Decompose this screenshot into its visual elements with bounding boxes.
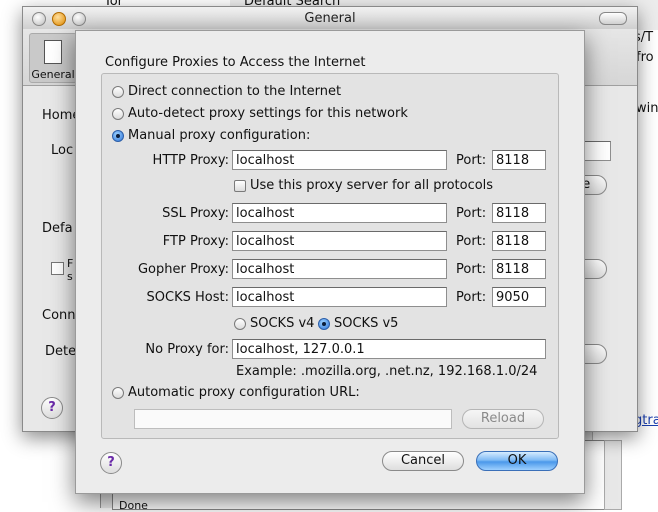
auto-config-url-option[interactable]: Automatic proxy configuration URL: [112,385,360,400]
http-port-label: Port: [456,153,487,168]
manual-proxy-label: Manual proxy configuration: [128,128,311,143]
direct-connection-radio[interactable] [112,85,124,98]
proxy-sheet-title: Configure Proxies to Access the Internet [105,55,366,70]
socks-host-label: SOCKS Host: [146,290,229,305]
http-port-field[interactable]: 8118 [492,150,546,170]
autodetect-radio[interactable] [112,107,124,120]
socks-v5-label: SOCKS v5 [334,316,399,331]
background-partial-right-3: win [636,101,658,116]
socks-v5-radio[interactable] [318,317,330,330]
background-scrollbar[interactable] [604,440,622,510]
location-label: Loc [51,143,74,158]
use-for-all-checkbox[interactable] [234,179,246,192]
ftp-port-label: Port: [456,234,487,249]
ftp-proxy-label: FTP Proxy: [162,234,229,249]
use-for-all-label: Use this proxy server for all protocols [250,178,494,193]
ftp-proxy-field[interactable]: localhost [232,231,447,251]
ftp-port-field[interactable]: 8118 [492,231,546,251]
general-toolbar-button[interactable]: General [29,33,77,83]
general-window-title: General [304,11,356,26]
toolbar-toggle-button[interactable] [599,12,627,25]
autodetect-label: Auto-detect proxy settings for this netw… [128,106,408,121]
ok-button[interactable]: OK [476,451,558,471]
socks-v4-radio[interactable] [234,317,246,330]
socks-v4-option[interactable]: SOCKS v4 [234,316,314,331]
reload-button[interactable]: Reload [462,409,544,429]
socks-host-field[interactable]: localhost [232,287,447,307]
background-partial-right-2: fro [636,50,654,65]
no-proxy-example: Example: .mozilla.org, .net.nz, 192.168.… [236,364,538,379]
http-proxy-field[interactable]: localhost [232,150,447,170]
proxy-help-button[interactable]: ? [100,452,122,474]
no-proxy-field[interactable]: localhost, 127.0.0.1 [232,339,546,359]
http-proxy-label: HTTP Proxy: [152,153,229,168]
autodetect-option[interactable]: Auto-detect proxy settings for this netw… [112,106,408,121]
ssl-proxy-label: SSL Proxy: [162,206,229,221]
manual-proxy-radio[interactable] [112,129,124,142]
default-s-prefix: s [67,270,73,283]
default-browser-checkbox[interactable] [51,262,64,275]
general-toolbar-label: General [31,68,75,81]
background-status: Done [119,499,148,512]
socks-port-label: Port: [456,290,487,305]
socks-v4-label: SOCKS v4 [250,316,315,331]
cancel-button[interactable]: Cancel [382,451,464,471]
general-help-button[interactable]: ? [41,397,63,419]
ssl-port-field[interactable]: 8118 [492,203,546,223]
no-proxy-label: No Proxy for: [145,342,229,357]
use-for-all-option[interactable]: Use this proxy server for all protocols [234,178,493,193]
default-f-prefix: F [67,257,74,270]
gopher-proxy-label: Gopher Proxy: [137,262,229,277]
socks-port-field[interactable]: 9050 [492,287,546,307]
manual-proxy-option[interactable]: Manual proxy configuration: [112,128,310,143]
auto-config-url-radio[interactable] [112,386,124,399]
light-switch-icon [44,40,62,64]
detect-label: Dete [45,344,77,359]
gopher-proxy-field[interactable]: localhost [232,259,447,279]
general-titlebar: General [23,7,637,30]
socks-v5-option[interactable]: SOCKS v5 [318,316,398,331]
proxy-settings-sheet: Configure Proxies to Access the Internet… [75,30,585,494]
direct-connection-option[interactable]: Direct connection to the Internet [112,84,341,99]
auto-config-url-field[interactable] [134,409,452,429]
auto-config-url-label: Automatic proxy configuration URL: [128,385,360,400]
gopher-port-label: Port: [456,262,487,277]
default-label: Defa [42,221,73,236]
gopher-port-field[interactable]: 8118 [492,259,546,279]
ssl-proxy-field[interactable]: localhost [232,203,447,223]
connection-label: Conn [42,308,76,323]
ssl-port-label: Port: [456,206,487,221]
direct-connection-label: Direct connection to the Internet [128,84,342,99]
home-page-field[interactable] [583,141,611,161]
